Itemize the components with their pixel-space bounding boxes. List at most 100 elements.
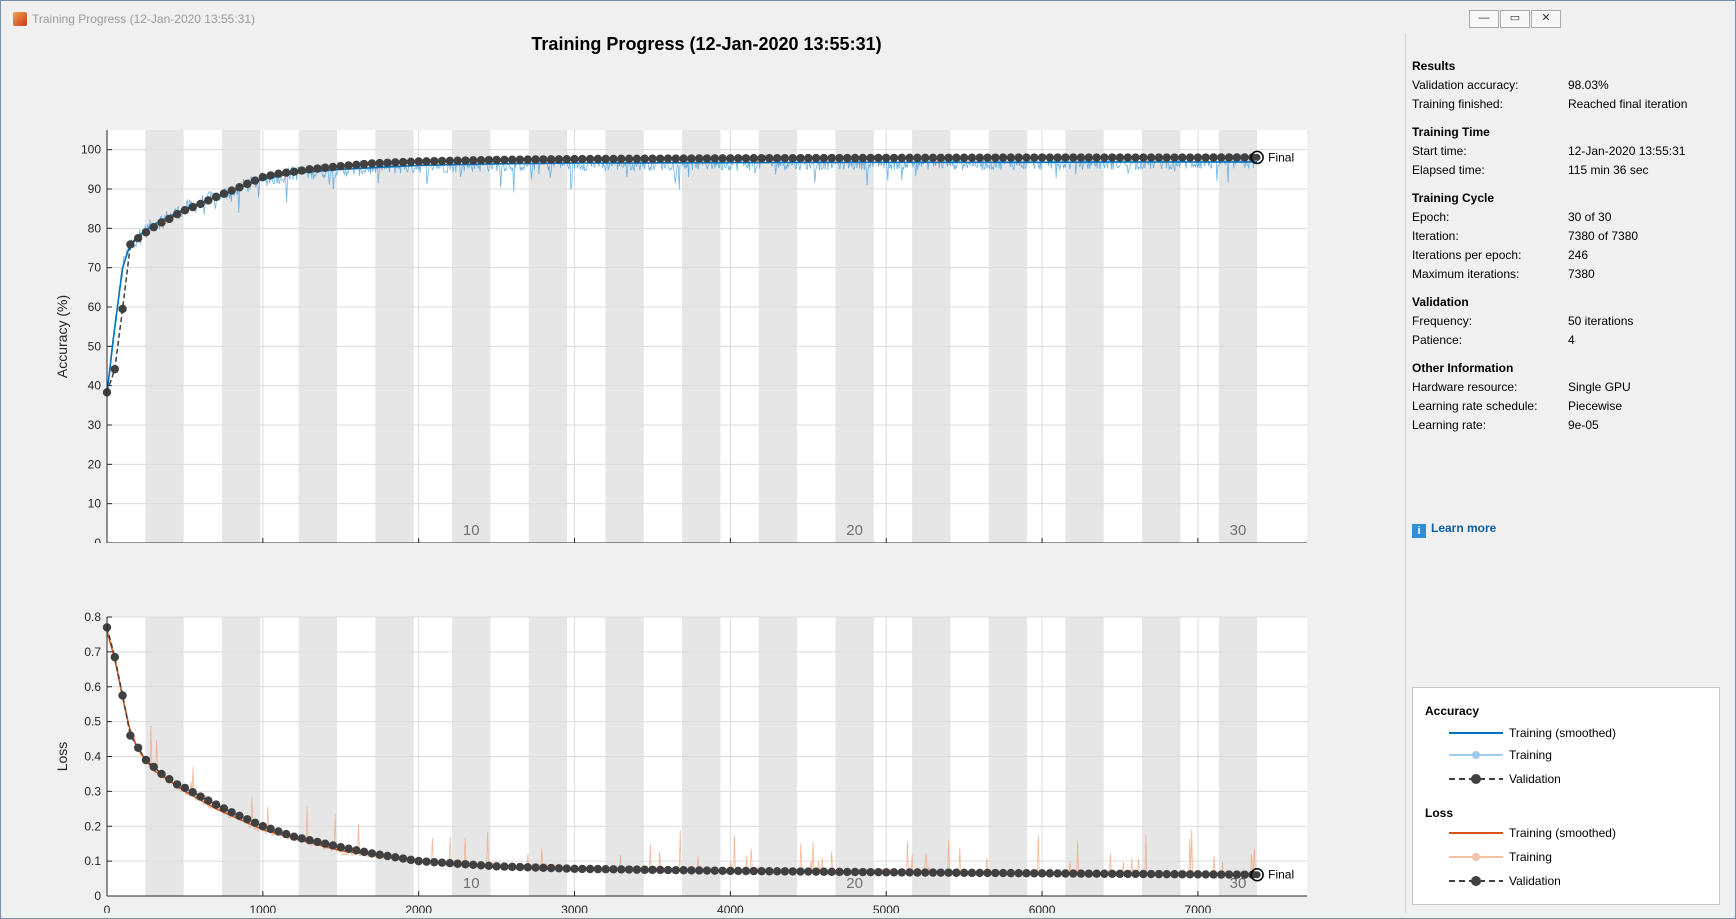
- validation-point: [133, 743, 143, 752]
- validation-point: [843, 153, 852, 163]
- validation-point: [375, 158, 384, 168]
- validation-point: [313, 164, 322, 173]
- validation-point: [1100, 869, 1109, 878]
- validation-point: [305, 836, 314, 845]
- validation-point: [858, 153, 868, 163]
- validation-point: [546, 155, 556, 164]
- validation-point: [991, 153, 1000, 162]
- minimize-button[interactable]: —: [1469, 10, 1499, 28]
- validation-point: [811, 153, 821, 163]
- validation-point: [430, 156, 439, 166]
- validation-point: [375, 850, 384, 859]
- info-value: 4: [1568, 333, 1575, 347]
- validation-point: [991, 868, 1000, 878]
- validation-point: [858, 867, 868, 877]
- legend-acc-smoothed-label: Training (smoothed): [1509, 726, 1616, 740]
- validation-point: [796, 867, 805, 876]
- validation-point: [819, 153, 829, 163]
- y-tick-label: 0.2: [84, 819, 101, 833]
- y-tick-label: 70: [88, 261, 102, 275]
- close-button[interactable]: ✕: [1531, 10, 1561, 28]
- validation-point: [1076, 153, 1086, 162]
- legend-acc-validation-marker: [1471, 774, 1481, 784]
- validation-point: [928, 153, 938, 163]
- validation-point: [570, 154, 579, 164]
- validation-point: [507, 155, 517, 164]
- loss-plot: 10 20 30Final0 1000 2000 3000 4000 5000 6000 7000…: [54, 610, 1307, 913]
- x-tick-label: 6000: [1029, 903, 1056, 913]
- validation-point: [258, 822, 268, 831]
- validation-point: [1061, 869, 1070, 878]
- validation-point: [258, 173, 268, 182]
- validation-point: [289, 832, 299, 841]
- validation-point: [523, 863, 532, 872]
- info-icon: i: [1412, 524, 1426, 538]
- training-progress-window: Training Progress (12-Jan-2020 13:55:31)…: [0, 0, 1736, 919]
- validation-point: [905, 153, 914, 163]
- validation-point: [695, 154, 704, 163]
- info-label: Epoch:: [1412, 210, 1450, 224]
- validation-point: [780, 867, 790, 876]
- y-tick-label: 40: [88, 379, 102, 393]
- validation-point: [141, 755, 151, 765]
- legend-loss-smoothed-label: Training (smoothed): [1509, 826, 1616, 840]
- validation-point: [663, 865, 673, 875]
- info-value: 50 iterations: [1568, 314, 1634, 328]
- validation-point: [695, 866, 704, 875]
- maximize-button[interactable]: ▭: [1500, 10, 1530, 28]
- validation-point: [967, 153, 977, 162]
- validation-point: [765, 867, 774, 876]
- info-label: Hardware resource:: [1412, 380, 1518, 394]
- y-tick-label: 0.4: [84, 750, 101, 764]
- x-tick-label: 0: [104, 903, 111, 913]
- validation-point: [1201, 870, 1210, 879]
- validation-point: [585, 154, 595, 164]
- validation-point: [1092, 153, 1101, 162]
- validation-point: [367, 159, 377, 168]
- validation-point: [741, 154, 751, 163]
- validation-point: [492, 862, 501, 871]
- validation-point: [1107, 153, 1117, 162]
- validation-point: [866, 153, 875, 163]
- validation-point: [274, 169, 283, 178]
- validation-point: [1170, 153, 1179, 162]
- validation-point: [391, 158, 400, 167]
- validation-point: [1084, 869, 1094, 878]
- validation-point: [679, 866, 688, 875]
- validation-point: [320, 839, 330, 848]
- y-tick-label: 0: [94, 889, 101, 903]
- validation-point: [882, 153, 891, 163]
- validation-point: [1146, 869, 1156, 879]
- validation-point: [1193, 153, 1203, 162]
- validation-point: [624, 865, 634, 874]
- x-tick-label: 1000: [249, 903, 276, 913]
- validation-point: [889, 153, 899, 163]
- validation-point: [1185, 153, 1195, 162]
- validation-point: [959, 153, 969, 162]
- validation-point: [1139, 153, 1148, 162]
- validation-point: [975, 153, 984, 162]
- validation-point: [320, 163, 330, 172]
- info-label: Start time:: [1412, 144, 1467, 158]
- validation-point: [718, 866, 727, 875]
- validation-point: [336, 161, 345, 171]
- validation-point: [461, 860, 470, 869]
- info-label: Frequency:: [1412, 314, 1473, 328]
- validation-point: [1123, 153, 1132, 162]
- validation-point: [344, 161, 353, 170]
- validation-point: [827, 153, 836, 163]
- validation-point: [1162, 869, 1171, 879]
- epoch-band: [1142, 130, 1181, 543]
- y-tick-label: 60: [88, 300, 102, 314]
- learn-more-link[interactable]: i Learn more: [1412, 521, 1496, 538]
- validation-point: [476, 861, 486, 870]
- validation-point: [1115, 153, 1125, 162]
- epoch-band: [298, 130, 338, 543]
- validation-point: [274, 827, 283, 836]
- validation-point: [118, 304, 127, 314]
- validation-point: [297, 166, 307, 175]
- validation-point: [157, 218, 166, 227]
- epoch-band: [1065, 130, 1104, 543]
- info-label: Learning rate:: [1412, 418, 1487, 432]
- validation-point: [648, 154, 657, 163]
